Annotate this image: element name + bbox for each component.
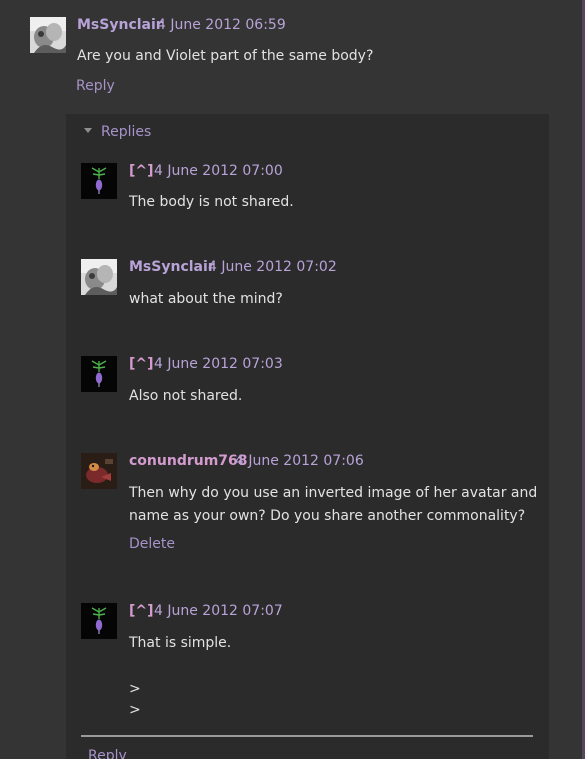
avatar-mssynclair[interactable] (81, 259, 117, 295)
reply-author[interactable]: conundrum768 (129, 453, 248, 469)
reply-timestamp[interactable]: 4 June 2012 07:02 (208, 259, 337, 275)
collapse-triangle-icon (84, 127, 92, 133)
reply-text-line-1: Then why do you use an inverted image of… (129, 485, 538, 501)
reply-text-line-2: name as your own? Do you share another c… (129, 508, 526, 524)
reply-text: Also not shared. (129, 388, 243, 404)
reply-text: what about the mind? (129, 291, 283, 307)
reply-link[interactable]: Reply (76, 78, 115, 94)
reply-timestamp[interactable]: 4 June 2012 07:07 (154, 603, 283, 619)
avatar-bracket-user[interactable] (81, 356, 117, 392)
avatar-mssynclair[interactable] (30, 17, 66, 53)
reply-timestamp[interactable]: 4 June 2012 07:00 (154, 163, 283, 179)
quote-line-2: > (129, 702, 141, 718)
reply-author[interactable]: [^] (129, 603, 154, 619)
delete-link[interactable]: Delete (129, 536, 175, 552)
avatar-bracket-user[interactable] (81, 163, 117, 199)
comment-author[interactable]: MsSynclair (77, 17, 163, 33)
comment-text: Are you and Violet part of the same body… (77, 48, 374, 64)
reply-author[interactable]: MsSynclair (129, 259, 215, 275)
reply-timestamp[interactable]: 4 June 2012 07:06 (235, 453, 364, 469)
replies-reply-link[interactable]: Reply (88, 748, 127, 759)
reply-text: The body is not shared. (129, 194, 294, 210)
avatar-conundrum768[interactable] (81, 453, 117, 489)
replies-toggle[interactable]: Replies (84, 124, 151, 140)
comment-thread: MsSynclair 4 June 2012 06:59 Are you and… (0, 0, 585, 759)
replies-toggle-label: Replies (101, 124, 152, 140)
reply-divider (81, 735, 533, 737)
reply-author[interactable]: [^] (129, 356, 154, 372)
avatar-bracket-user[interactable] (81, 603, 117, 639)
reply-text: That is simple. (129, 635, 232, 651)
comment-timestamp[interactable]: 4 June 2012 06:59 (157, 17, 286, 33)
reply-author[interactable]: [^] (129, 163, 154, 179)
reply-timestamp[interactable]: 4 June 2012 07:03 (154, 356, 283, 372)
